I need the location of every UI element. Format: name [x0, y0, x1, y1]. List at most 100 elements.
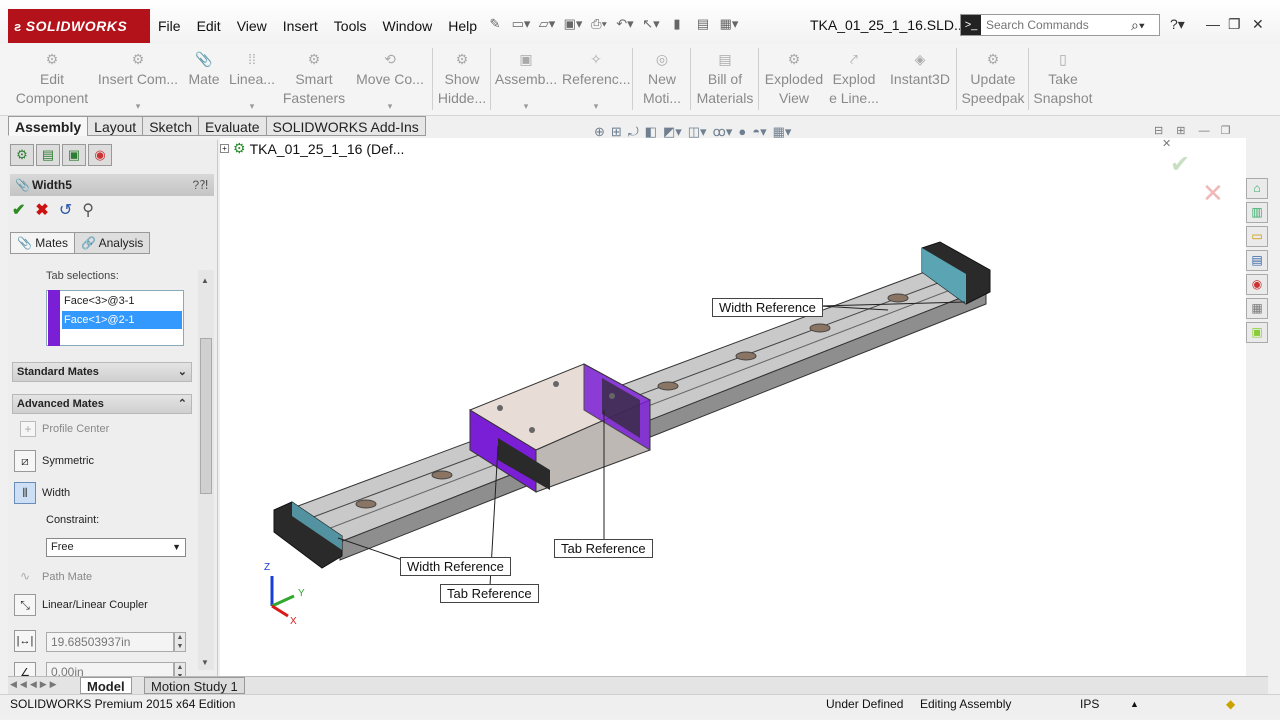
width-option[interactable]: ⫴ Width	[14, 480, 70, 506]
undo-button[interactable]: ↺	[59, 200, 72, 220]
symmetric-option[interactable]: ⧄ Symmetric	[14, 448, 94, 474]
tab-sketch[interactable]: Sketch	[142, 116, 200, 136]
new-document-icon[interactable]: ▭▾	[510, 16, 532, 34]
display-manager-icon[interactable]: ◉	[88, 144, 112, 166]
rebuild-icon[interactable]: ▮	[666, 16, 688, 34]
menu-help[interactable]: Help	[440, 18, 485, 34]
linear-guide-model[interactable]	[220, 138, 1246, 676]
chevron-down-icon[interactable]: ▾	[494, 97, 558, 116]
tab-reference-callout-right[interactable]: Tab Reference	[554, 539, 653, 558]
second-value-spinner[interactable]: ▲▼	[174, 662, 186, 676]
bill-of-materials-button[interactable]: ▤ Bill of Materials	[694, 44, 756, 116]
exploded-view-button[interactable]: ⚙ Exploded View	[762, 44, 826, 116]
search-icon[interactable]: ⌕▾	[1131, 17, 1145, 34]
ok-button[interactable]: ✔	[12, 200, 25, 220]
menu-file[interactable]: File	[150, 18, 189, 34]
path-mate-option[interactable]: ∿ Path Mate	[14, 564, 92, 590]
scrollbar-thumb[interactable]	[200, 338, 212, 494]
file-properties-icon[interactable]: ▤	[692, 16, 714, 34]
options-icon[interactable]: ▦▾	[718, 16, 740, 34]
width-reference-callout-bottom[interactable]: Width Reference	[400, 557, 511, 576]
print-icon[interactable]: ⎙▾	[588, 16, 610, 34]
chevron-down-icon[interactable]: ▾	[226, 97, 278, 116]
advanced-mates-header[interactable]: Advanced Mates ⌃	[12, 394, 192, 414]
pin-icon[interactable]: ✎	[484, 16, 506, 34]
cancel-button[interactable]: ✖	[35, 200, 48, 220]
new-motion-study-button[interactable]: ◎ New Moti...	[636, 44, 688, 116]
subtab-mates[interactable]: 📎 Mates	[10, 232, 75, 254]
second-value-input[interactable]: 0.00in	[46, 662, 174, 676]
split-horizontal-icon[interactable]: ⊟	[1154, 125, 1163, 137]
solidworks-logo[interactable]: ƨ SOLIDWORKS	[8, 9, 150, 43]
open-icon[interactable]: ▱▾	[536, 16, 558, 34]
update-speedpak-button[interactable]: ⚙ Update Speedpak	[960, 44, 1026, 116]
viewport-minimize-icon[interactable]: —	[1199, 125, 1210, 137]
configuration-manager-icon[interactable]: ▣	[62, 144, 86, 166]
take-snapshot-button[interactable]: ▯ Take Snapshot	[1032, 44, 1094, 116]
save-icon[interactable]: ▣▾	[562, 16, 584, 34]
viewport-restore-icon[interactable]: ❐	[1221, 125, 1231, 137]
standard-mates-header[interactable]: Standard Mates ⌄	[12, 362, 192, 382]
undo-icon[interactable]: ↶▾	[614, 16, 636, 34]
profile-center-option[interactable]: + Profile Center	[14, 416, 109, 442]
appearances-icon[interactable]: ◉	[1246, 274, 1268, 295]
chevron-down-icon[interactable]: ▾	[562, 97, 630, 116]
constraint-select[interactable]: Free ▼	[46, 538, 186, 557]
linear-pattern-button[interactable]: ⁞⁞ Linea... ▾	[226, 44, 278, 116]
move-component-button[interactable]: ⟲ Move Co... ▾	[350, 44, 430, 116]
tab-layout[interactable]: Layout	[87, 116, 144, 136]
tab-addins[interactable]: SOLIDWORKS Add-Ins	[265, 116, 426, 136]
menu-insert[interactable]: Insert	[275, 18, 326, 34]
panel-scrollbar[interactable]: ▲ ▼	[198, 270, 214, 670]
split-vertical-icon[interactable]: ⊞	[1176, 125, 1185, 137]
tab-assembly[interactable]: Assembly	[8, 116, 89, 136]
show-hidden-components-button[interactable]: ⚙ Show Hidde...	[436, 44, 488, 116]
distance-input[interactable]: 19.68503937in	[46, 632, 174, 652]
explode-line-sketch-button[interactable]: ⤤ Explod e Line...	[828, 44, 880, 116]
close-icon[interactable]: ✕	[1252, 16, 1264, 33]
custom-properties-icon[interactable]: ▦	[1246, 298, 1268, 319]
reference-geometry-button[interactable]: ✧ Referenc... ▾	[562, 44, 630, 116]
distance-spinner[interactable]: ▲ ▼	[174, 632, 186, 652]
menu-view[interactable]: View	[229, 18, 275, 34]
file-explorer-icon[interactable]: ▭	[1246, 226, 1268, 247]
home-icon[interactable]: ⌂	[1246, 178, 1268, 199]
scroll-down-icon[interactable]: ▼	[201, 658, 209, 667]
menu-edit[interactable]: Edit	[189, 18, 229, 34]
property-manager-icon[interactable]: ▤	[36, 144, 60, 166]
rebuild-status-icon[interactable]: ◆	[1226, 695, 1235, 713]
graphics-area[interactable]: + ⚙ TKA_01_25_1_16 (Def... ⊕ ⊞ ⤾ ◧ ◩▾ ◫▾…	[220, 124, 1246, 676]
smart-fasteners-button[interactable]: ⚙ Smart Fasteners	[282, 44, 346, 116]
chevron-down-icon[interactable]: ▾	[96, 97, 180, 116]
help-icon[interactable]: ?⁈	[193, 174, 208, 196]
edit-component-button[interactable]: ⚙ Edit Component	[10, 44, 94, 116]
chevron-down-icon[interactable]: ▾	[350, 97, 430, 116]
restore-icon[interactable]: ❐	[1228, 16, 1241, 33]
view-palette-icon[interactable]: ▤	[1246, 250, 1268, 271]
minimize-icon[interactable]: —	[1206, 16, 1220, 32]
instant3d-button[interactable]: ◈ Instant3D	[884, 44, 956, 116]
tab-motion-study-1[interactable]: Motion Study 1	[144, 677, 245, 694]
menu-window[interactable]: Window	[374, 18, 440, 34]
solidworks-forum-icon[interactable]: ▣	[1246, 322, 1268, 343]
tab-navigation-arrows[interactable]: ◀◀◀▶▶	[10, 679, 60, 690]
assembly-features-button[interactable]: ▣ Assemb... ▾	[494, 44, 558, 116]
tab-evaluate[interactable]: Evaluate	[198, 116, 267, 136]
linear-coupler-option[interactable]: ⤡ Linear/Linear Coupler	[14, 592, 148, 618]
scroll-up-icon[interactable]: ▲	[201, 276, 209, 285]
tab-model[interactable]: Model	[80, 677, 132, 694]
width-reference-callout-top[interactable]: Width Reference	[712, 298, 823, 317]
design-library-icon[interactable]: ▥	[1246, 202, 1268, 223]
list-item[interactable]: Face<3>@3-1	[62, 292, 182, 310]
units-selector[interactable]: IPS	[1080, 695, 1099, 713]
search-commands-input[interactable]	[981, 18, 1131, 32]
search-commands-box[interactable]: >_ ⌕▾	[960, 14, 1160, 36]
tab-reference-callout-bottom[interactable]: Tab Reference	[440, 584, 539, 603]
units-dropdown-icon[interactable]: ▲	[1130, 695, 1139, 713]
feature-manager-icon[interactable]: ⚙	[10, 144, 34, 166]
subtab-analysis[interactable]: 🔗 Analysis	[73, 232, 151, 254]
menu-tools[interactable]: Tools	[326, 18, 375, 34]
help-icon[interactable]: ?▾	[1170, 16, 1185, 33]
insert-components-button[interactable]: ⚙ Insert Com... ▾	[96, 44, 180, 116]
list-item[interactable]: Face<1>@2-1	[62, 311, 182, 329]
